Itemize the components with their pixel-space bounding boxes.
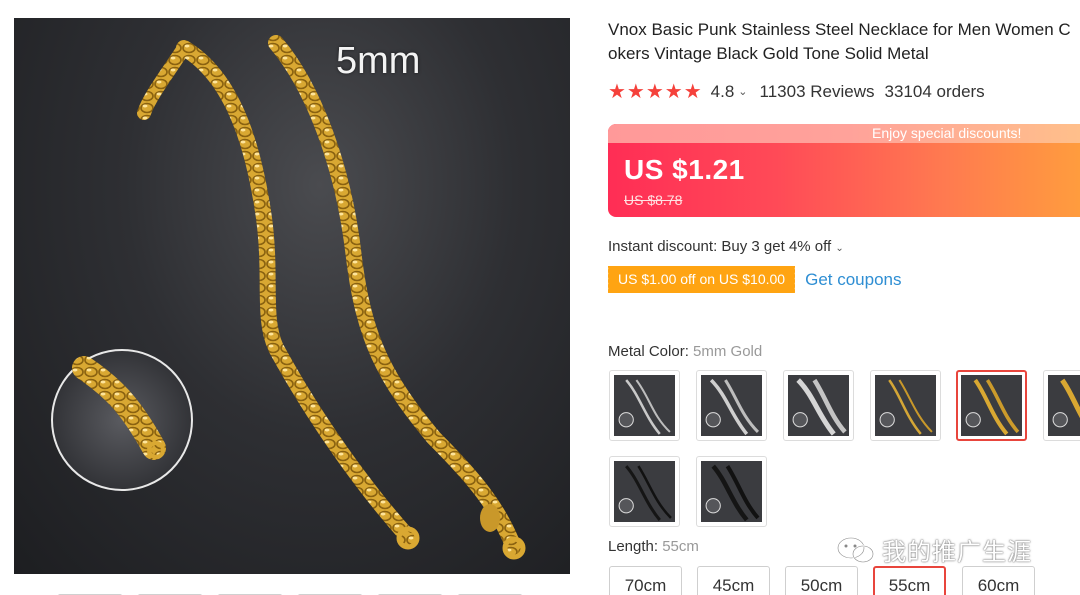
instant-discount-text: Instant discount: Buy 3 get 4% off xyxy=(608,238,832,255)
chevron-down-icon[interactable]: ⌄ xyxy=(835,243,843,254)
wechat-icon xyxy=(837,536,874,563)
swatch-image xyxy=(701,375,762,436)
swatch-image xyxy=(701,461,762,522)
necklace-illustration xyxy=(51,35,526,560)
thumbnail-strip[interactable] xyxy=(58,588,538,595)
swatch-black-thin[interactable] xyxy=(609,456,680,527)
metal-color-swatches xyxy=(608,370,1080,530)
swatch-image xyxy=(614,461,675,522)
reviews-count[interactable]: 11303 Reviews xyxy=(760,82,875,102)
length-option-45cm[interactable]: 45cm xyxy=(697,566,770,595)
length-label: Length: 55cm xyxy=(608,538,699,555)
rating-score[interactable]: 4.8 xyxy=(711,82,735,102)
watermark-text: 我的推广生涯 xyxy=(882,538,1032,566)
swatch-gold-5mm[interactable] xyxy=(956,370,1027,441)
swatch-image xyxy=(614,375,675,436)
swatch-silver-thick[interactable] xyxy=(783,370,854,441)
length-options: 70cm 45cm 50cm 55cm 60cm xyxy=(608,566,1080,595)
length-option-60cm[interactable]: 60cm xyxy=(962,566,1035,595)
metal-color-title: Metal Color: xyxy=(608,343,689,360)
length-option-70cm[interactable]: 70cm xyxy=(609,566,682,595)
metal-color-selected: 5mm Gold xyxy=(693,343,763,360)
swatch-image xyxy=(875,375,936,436)
swatch-gold-partial[interactable] xyxy=(1043,370,1080,441)
current-price: US $1.21 xyxy=(624,154,745,185)
coupon-row: US $1.00 off on US $10.00 Get coupons xyxy=(605,266,1080,293)
product-title: Vnox Basic Punk Stainless Steel Necklace… xyxy=(608,18,1080,66)
orders-count: 33104 orders xyxy=(884,81,985,101)
chevron-down-icon[interactable]: ⌄ xyxy=(738,85,747,98)
swatch-silver-thin[interactable] xyxy=(609,370,680,441)
swatch-image xyxy=(788,375,849,436)
swatch-black-medium[interactable] xyxy=(696,456,767,527)
swatch-image xyxy=(961,375,1022,436)
product-info-panel: Vnox Basic Punk Stainless Steel Necklace… xyxy=(605,18,1080,595)
get-coupons-link[interactable]: Get coupons xyxy=(805,270,901,290)
metal-color-label: Metal Color: 5mm Gold xyxy=(608,343,1080,360)
coupon-tag[interactable]: US $1.00 off on US $10.00 xyxy=(605,266,796,293)
length-option-50cm[interactable]: 50cm xyxy=(785,566,858,595)
promo-strip: Enjoy special discounts! xyxy=(608,124,1080,143)
swatch-image xyxy=(1048,375,1080,436)
price-banner: Enjoy special discounts! US $1.21 US $8.… xyxy=(608,124,1080,217)
original-price: US $8.78 xyxy=(624,192,683,208)
star-rating-icon: ★★★★★ xyxy=(608,81,703,103)
rating-row: ★★★★★ 4.8 ⌄ 11303 Reviews 33104 orders xyxy=(608,79,1080,104)
product-title-line-1: Vnox Basic Punk Stainless Steel Necklace… xyxy=(608,20,1071,39)
length-title: Length: xyxy=(608,538,659,555)
chain-size-label: 5mm xyxy=(336,40,421,82)
product-title-line-2: okers Vintage Black Gold Tone Solid Meta… xyxy=(608,44,929,63)
swatch-silver-medium[interactable] xyxy=(696,370,767,441)
product-main-image[interactable]: 5mm xyxy=(14,18,570,574)
instant-discount[interactable]: Instant discount: Buy 3 get 4% off ⌄ xyxy=(608,238,1080,255)
swatch-gold-thin[interactable] xyxy=(870,370,941,441)
watermark: 我的推广生涯 xyxy=(836,532,1032,567)
length-selected: 55cm xyxy=(662,538,699,555)
length-option-55cm[interactable]: 55cm xyxy=(873,566,946,595)
